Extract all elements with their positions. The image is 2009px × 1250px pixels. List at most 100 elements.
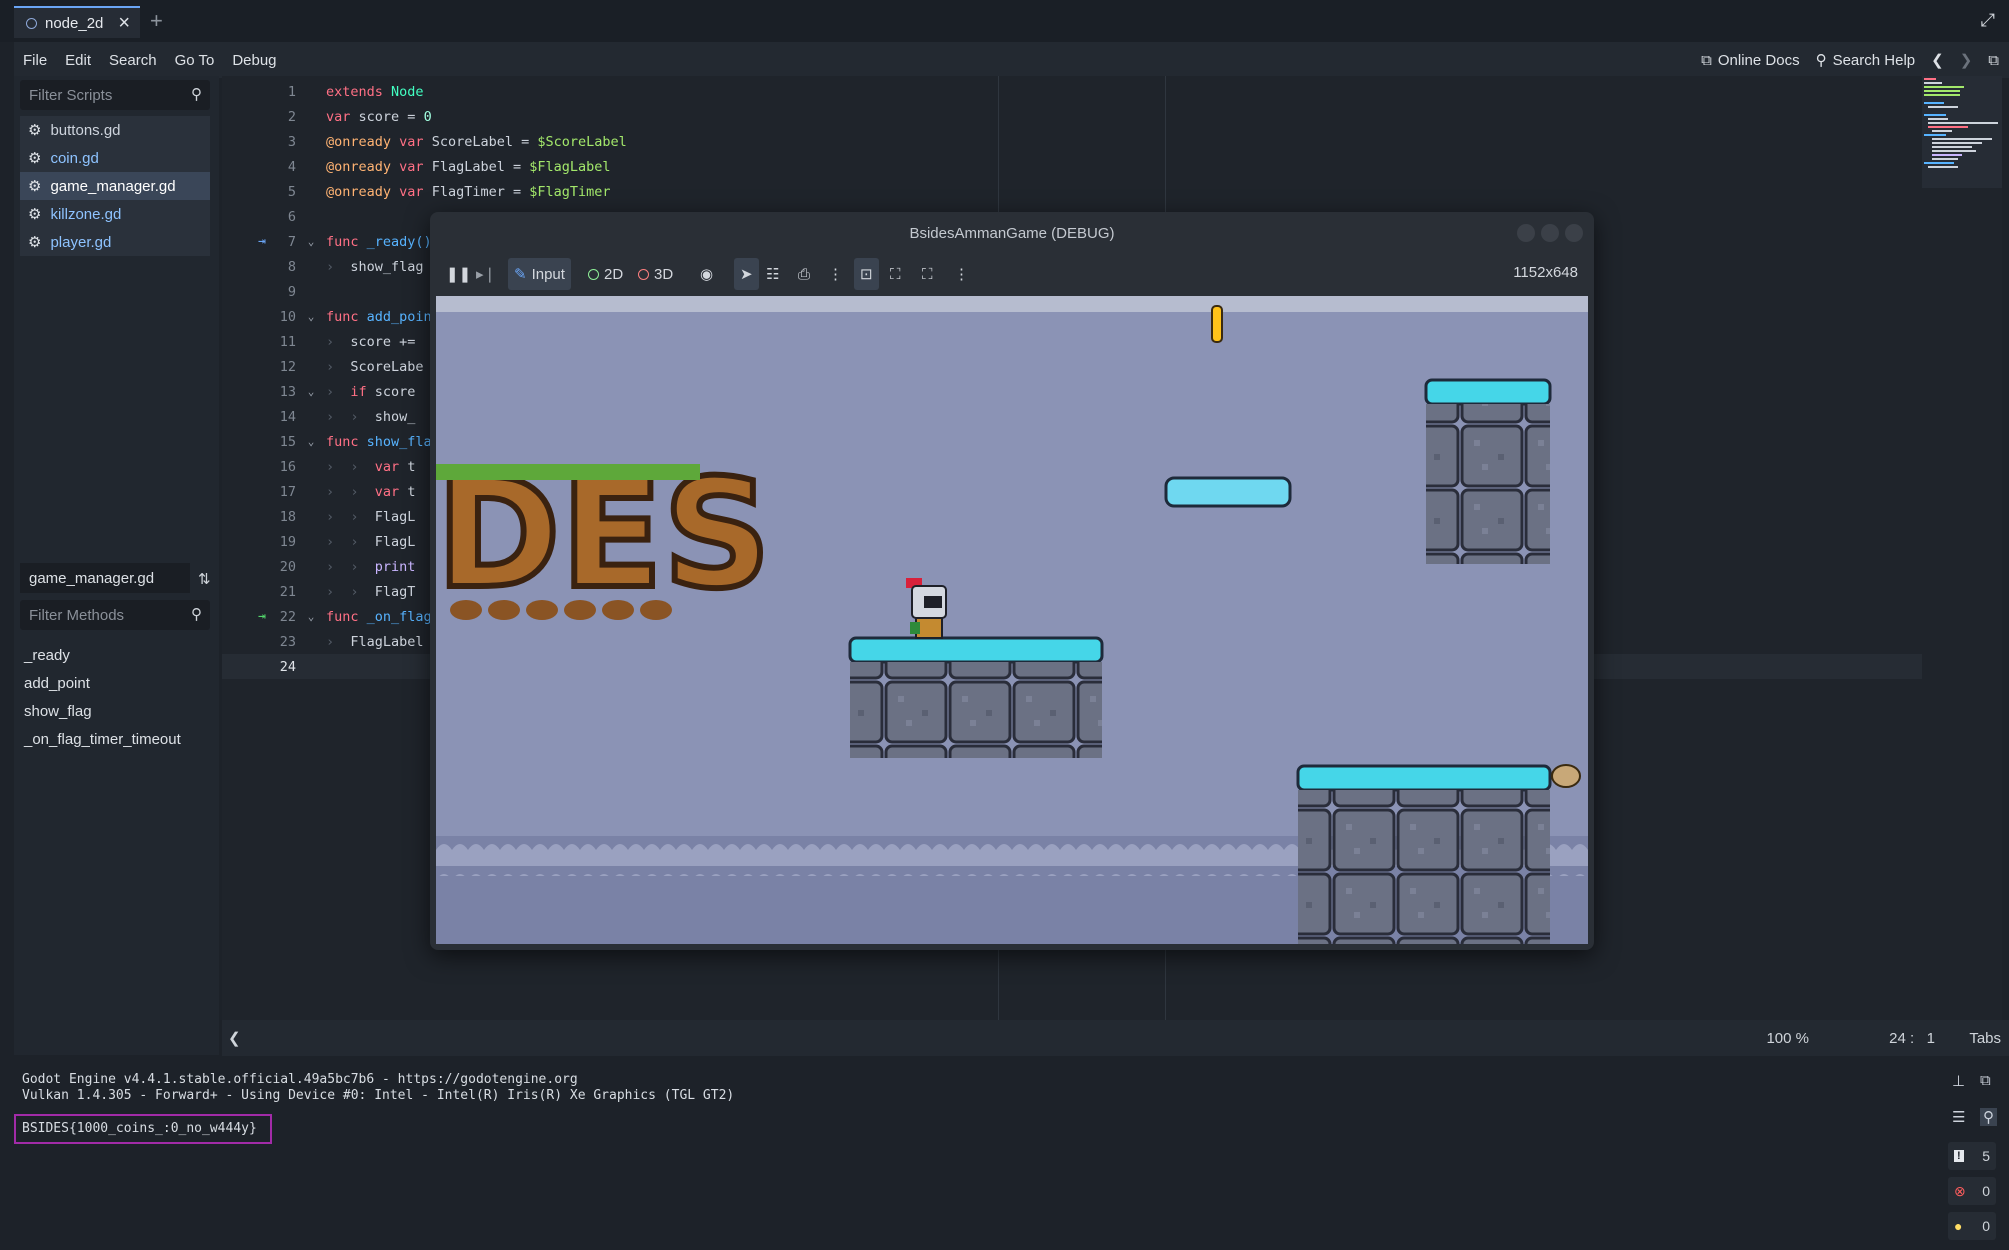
- code-line: 3 @onready var ScoreLabel = $ScoreLabel: [222, 129, 1922, 154]
- more-options-icon[interactable]: ⋮: [948, 258, 975, 290]
- fullscreen-icon[interactable]: ⛶: [916, 258, 939, 290]
- pointer-input-icon: ✎: [514, 266, 527, 283]
- code-minimap[interactable]: [1922, 76, 2002, 188]
- copy-icon[interactable]: ⧉: [1980, 1072, 1991, 1089]
- line-number: 6: [287, 208, 296, 225]
- code-token: @onready: [326, 133, 392, 150]
- script-name: buttons.gd: [50, 121, 121, 139]
- toggle-scripts-panel-icon[interactable]: ❮: [228, 1029, 241, 1047]
- connected-signal-icon[interactable]: ⇥: [258, 234, 266, 249]
- gear-icon: ⚙: [28, 122, 42, 139]
- filter-methods-input[interactable]: Filter Methods ⚲: [20, 600, 210, 630]
- online-docs-button[interactable]: ⧉ Online Docs: [1701, 52, 1799, 69]
- cursor-line: 24: [1889, 1029, 1906, 1047]
- game-scene[interactable]: DES: [436, 296, 1588, 944]
- code-token: func: [326, 433, 359, 450]
- code-token: FlagL: [374, 533, 416, 550]
- menu-file[interactable]: File: [14, 52, 56, 69]
- fold-arrow-icon[interactable]: ⌄: [296, 435, 326, 448]
- line-number: 13: [279, 383, 296, 400]
- minimize-button[interactable]: [1517, 224, 1535, 242]
- menu-search[interactable]: Search: [100, 52, 166, 69]
- game-debug-window[interactable]: BsidesAmmanGame (DEBUG) ❚❚ ▸❘ ✎ Input 2D…: [430, 212, 1594, 950]
- 3d-icon: [638, 268, 649, 280]
- zoom-level[interactable]: 100 %: [1766, 1030, 1809, 1047]
- menu-edit[interactable]: Edit: [56, 52, 100, 69]
- filter-messages-button[interactable]: ! 5: [1948, 1142, 1996, 1170]
- connected-signal-icon[interactable]: ⇥: [258, 609, 266, 624]
- code-token: FlagL: [374, 508, 416, 525]
- script-item-killzone[interactable]: ⚙ killzone.gd: [20, 200, 210, 228]
- select-mode-icon[interactable]: ➤: [734, 258, 759, 290]
- more-options-icon[interactable]: ⋮: [822, 258, 849, 290]
- method-item[interactable]: show_flag: [20, 697, 210, 725]
- list-select-icon[interactable]: ☷: [760, 258, 785, 290]
- script-item-coin[interactable]: ⚙ coin.gd: [20, 144, 210, 172]
- error-icon: ⊗: [1954, 1182, 1966, 1199]
- 2d-mode-button[interactable]: 2D: [582, 258, 629, 290]
- bsides-logo: DES: [436, 445, 774, 625]
- embed-window-icon[interactable]: ⊡: [854, 258, 879, 290]
- window-title[interactable]: BsidesAmmanGame (DEBUG): [430, 212, 1594, 254]
- input-label: Input: [531, 265, 565, 283]
- code-token: var: [374, 483, 400, 500]
- method-item[interactable]: add_point: [20, 669, 210, 697]
- code-line: 5 @onready var FlagTimer = $FlagTimer: [222, 179, 1922, 204]
- add-tab-icon[interactable]: +: [150, 8, 163, 34]
- menu-debug[interactable]: Debug: [223, 52, 285, 69]
- lower-right-pillar: [1296, 764, 1552, 944]
- warning-count: 0: [1982, 1218, 1990, 1234]
- fold-arrow-icon[interactable]: ⌄: [296, 235, 326, 248]
- close-icon[interactable]: ×: [118, 12, 130, 35]
- make-floating-icon[interactable]: ⧉: [1988, 52, 1999, 69]
- code-token: extends: [326, 83, 383, 100]
- input-mode-button[interactable]: ✎ Input: [508, 258, 571, 290]
- next-frame-icon[interactable]: ▸❘: [470, 258, 502, 290]
- script-item-game-manager[interactable]: ⚙ game_manager.gd: [20, 172, 210, 200]
- output-log[interactable]: Godot Engine v4.4.1.stable.official.49a5…: [14, 1062, 1941, 1250]
- line-number: 12: [279, 358, 296, 375]
- line-number: 20: [279, 558, 296, 575]
- line-number: 4: [287, 158, 296, 175]
- scene-tab-node-2d[interactable]: node_2d ×: [14, 6, 140, 38]
- history-back-icon[interactable]: ❮: [1931, 51, 1944, 69]
- fold-arrow-icon[interactable]: ⌄: [296, 610, 326, 623]
- menu-go-to[interactable]: Go To: [166, 52, 224, 69]
- game-toolbar: ❚❚ ▸❘ ✎ Input 2D 3D ◉ ➤ ☷ ⎙ ⋮ ⊡ ⛶ ⛶ ⋮ 11…: [430, 254, 1594, 294]
- fold-arrow-icon[interactable]: ⌄: [296, 310, 326, 323]
- script-name: player.gd: [50, 233, 112, 251]
- game-viewport[interactable]: DES: [436, 296, 1588, 944]
- search-help-button[interactable]: ⚲ Search Help: [1816, 51, 1916, 70]
- script-item-player[interactable]: ⚙ player.gd: [20, 228, 210, 256]
- stretch-icon[interactable]: ⛶: [884, 258, 907, 290]
- close-window-button[interactable]: [1565, 224, 1583, 242]
- code-token: $FlagLabel: [529, 158, 611, 175]
- 3d-mode-button[interactable]: 3D: [632, 258, 679, 290]
- method-item[interactable]: _ready: [20, 641, 210, 669]
- code-token: var: [399, 133, 424, 150]
- floating-platform: [1164, 476, 1292, 508]
- search-icon[interactable]: ⚲: [1980, 1108, 1997, 1126]
- filter-errors-button[interactable]: ⊗ 0: [1948, 1177, 1996, 1205]
- method-item[interactable]: _on_flag_timer_timeout: [20, 725, 210, 753]
- cursor-column: 1: [1926, 1029, 1935, 1047]
- distraction-free-icon[interactable]: ⤢: [1981, 10, 1995, 31]
- script-name: coin.gd: [50, 149, 99, 167]
- script-item-buttons[interactable]: ⚙ buttons.gd: [20, 116, 210, 144]
- camera-icon[interactable]: ⎙: [792, 258, 816, 290]
- code-token: score =: [358, 108, 424, 125]
- visibility-icon[interactable]: ◉: [694, 258, 719, 290]
- line-number: 1: [287, 83, 296, 100]
- filter-scripts-input[interactable]: Filter Scripts ⚲: [20, 80, 210, 110]
- maximize-button[interactable]: [1541, 224, 1559, 242]
- pin-icon[interactable]: ⊥: [1952, 1072, 1965, 1090]
- sort-methods-icon[interactable]: ⇅: [198, 570, 211, 588]
- fold-arrow-icon[interactable]: ⌄: [296, 385, 326, 398]
- indent-mode[interactable]: Tabs: [1969, 1030, 2001, 1047]
- line-number: 10: [279, 308, 296, 325]
- history-forward-icon[interactable]: ❯: [1960, 51, 1973, 69]
- filter-warnings-button[interactable]: ● 0: [1948, 1212, 1996, 1240]
- collapse-icon[interactable]: ☰: [1952, 1108, 1965, 1126]
- code-token: func: [326, 608, 359, 625]
- code-line: 1 extends Node: [222, 79, 1922, 104]
